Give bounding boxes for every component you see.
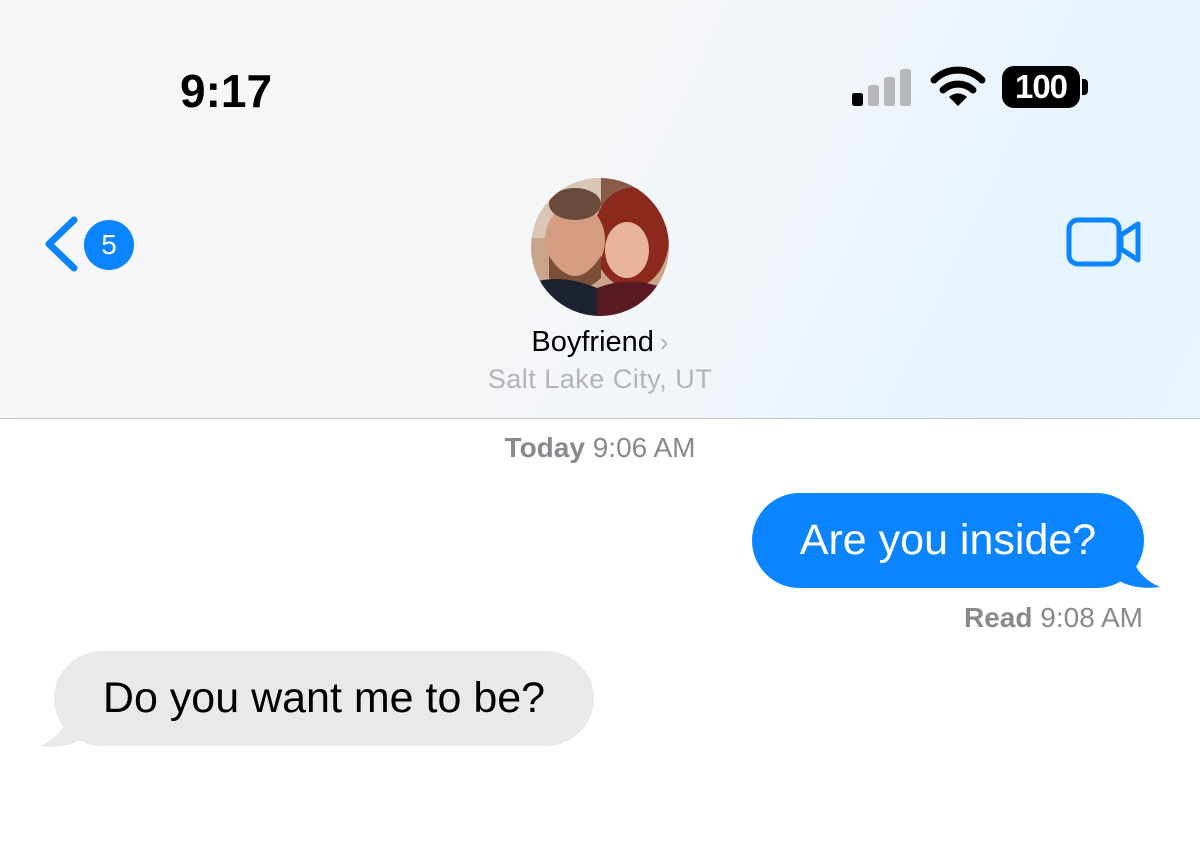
battery-indicator: 100 <box>1002 66 1080 108</box>
read-receipt: Read 9:08 AM <box>800 602 1143 634</box>
outgoing-message-bubble[interactable]: Are you inside? <box>752 493 1144 588</box>
battery-cap <box>1082 79 1088 95</box>
conversation-header: 9:17 100 5 Boyfriend › Salt Lake City, U… <box>0 0 1200 419</box>
message-text: Do you want me to be? <box>102 674 546 722</box>
contact-name-button[interactable]: Boyfriend › <box>500 326 700 359</box>
chevron-left-icon <box>45 216 78 272</box>
incoming-message-bubble[interactable]: Do you want me to be? <box>54 651 594 746</box>
message-text: Are you inside? <box>799 516 1097 564</box>
read-time: 9:08 AM <box>1040 602 1143 633</box>
back-button[interactable]: 5 <box>40 212 140 274</box>
cellular-signal-icon <box>852 69 911 106</box>
avatar-photo <box>531 178 669 316</box>
read-label: Read <box>964 602 1033 633</box>
status-time: 9:17 <box>180 65 273 117</box>
contact-location: Salt Lake City, UT <box>487 364 713 394</box>
conversation-timestamp: Today 9:06 AM <box>400 432 800 464</box>
bubble-tail <box>40 704 90 747</box>
bubble-tail <box>1110 545 1160 588</box>
video-camera-icon[interactable] <box>1066 216 1142 268</box>
timestamp-day: Today <box>504 432 585 463</box>
contact-name: Boyfriend <box>531 326 654 358</box>
contact-avatar[interactable] <box>531 178 669 316</box>
chevron-right-icon: › <box>659 327 669 357</box>
wifi-icon <box>930 66 986 106</box>
battery-level: 100 <box>1014 68 1068 105</box>
timestamp-time: 9:06 AM <box>592 432 696 463</box>
unread-count-badge: 5 <box>84 220 134 270</box>
